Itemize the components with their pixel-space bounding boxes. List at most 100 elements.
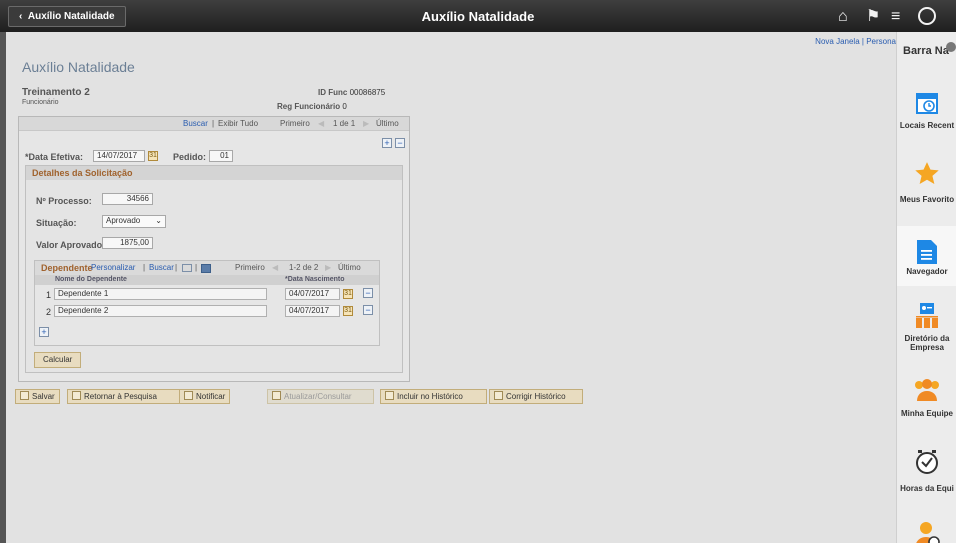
grid-search-link[interactable]: Buscar — [149, 261, 174, 275]
download-excel-icon[interactable] — [201, 264, 211, 273]
update-button-label: Atualizar/Consultar — [284, 392, 352, 401]
dependents-grid: Dependente Personalizar | Buscar | | Pri… — [34, 260, 380, 346]
notify-button[interactable]: Notificar — [179, 389, 231, 404]
main-content: Nova Janela | Persona Auxílio Natalidade… — [0, 32, 896, 543]
new-window-link[interactable]: Nova Janela — [815, 37, 859, 46]
correct-history-label: Corrigir Histórico — [506, 392, 566, 401]
sidebar-item-navigator[interactable]: Navegador — [897, 226, 956, 286]
search-link[interactable]: Buscar — [183, 117, 208, 131]
update-display-button[interactable]: Atualizar/Consultar — [267, 389, 374, 404]
grid-next-arrow-icon[interactable]: ▶ — [325, 261, 331, 275]
add-row-button[interactable]: + — [382, 138, 392, 148]
employee-id-value: 00086875 — [349, 88, 386, 97]
delete-row-button[interactable]: − — [395, 138, 405, 148]
settings-icon[interactable] — [946, 42, 956, 52]
prev-arrow-icon[interactable]: ◀ — [318, 117, 324, 131]
sidebar-item-my-team[interactable]: Minha Equipe — [897, 369, 956, 436]
save-button-label: Salvar — [32, 392, 55, 401]
delete-row-button[interactable]: − — [363, 288, 373, 298]
save-icon — [20, 391, 29, 400]
column-birth-date: *Data Nascimento — [285, 276, 345, 283]
birth-date-input[interactable]: 04/07/2017 — [285, 305, 340, 317]
page-actions-bar: Salvar Retornar à Pesquisa Notificar Atu… — [15, 388, 583, 406]
sidebar-item-label: Navegador — [906, 267, 948, 276]
sidebar-item-favorites[interactable]: Meus Favorito — [897, 153, 956, 220]
grid-separator: | — [143, 263, 146, 272]
calendar-icon[interactable]: 31 — [343, 289, 353, 299]
document-icon — [917, 240, 937, 264]
birth-date-input[interactable]: 04/07/2017 — [285, 288, 340, 300]
notify-button-label: Notificar — [196, 392, 226, 401]
directory-icon — [916, 303, 938, 328]
add-dependent-button[interactable]: + — [39, 327, 49, 337]
navbar-icon[interactable] — [918, 7, 936, 25]
status-select[interactable]: Aprovado ⌄ — [102, 215, 166, 228]
request-details-box: Detalhes da Solicitação Nº Processo: 345… — [25, 165, 403, 373]
home-icon[interactable]: ⌂ — [838, 9, 848, 25]
return-button-label: Retornar à Pesquisa — [84, 392, 157, 401]
star-icon — [915, 162, 939, 184]
save-button[interactable]: Salvar — [15, 389, 60, 404]
sidebar-item-label: Meus Favorito — [899, 195, 955, 204]
effective-date-input[interactable]: 14/07/2017 — [93, 150, 145, 162]
page-header-title: Auxílio Natalidade — [421, 9, 535, 24]
main-record-box: Buscar | Exibir Tudo Primeiro ◀ 1 de 1 ▶… — [18, 116, 410, 382]
grid-last-label: Último — [338, 263, 361, 272]
row-number: 2 — [46, 307, 52, 317]
sidebar-item-team-hours[interactable]: Horas da Equi — [897, 442, 956, 509]
amount-input[interactable]: 1875,00 — [102, 237, 153, 249]
return-to-search-button[interactable]: Retornar à Pesquisa — [67, 389, 185, 404]
flag-icon[interactable]: ⚑ — [866, 9, 880, 25]
grid-separator-3: | — [195, 263, 198, 272]
employee-name: Treinamento 2 — [22, 87, 90, 98]
process-label: Nº Processo: — [36, 196, 92, 206]
sidebar-item-more[interactable] — [897, 512, 956, 543]
app-shell: ‹ Auxílio Natalidade Auxílio Natalidade … — [0, 0, 956, 543]
personalize-link[interactable]: Personalizar — [91, 261, 135, 275]
dependents-column-header: Nome do Dependente *Data Nascimento — [35, 275, 379, 285]
delete-row-button[interactable]: − — [363, 305, 373, 315]
window-links: Nova Janela | Persona — [815, 37, 896, 46]
grid-first-label: Primeiro — [235, 263, 265, 272]
correct-history-button[interactable]: Corrigir Histórico — [489, 389, 583, 404]
effective-date-label: *Data Efetiva: — [25, 152, 84, 162]
correct-history-icon — [494, 391, 503, 400]
sidebar-item-company-directory[interactable]: Diretório da Empresa — [897, 294, 956, 361]
dependents-grid-header: Dependente Personalizar | Buscar | | Pri… — [35, 261, 379, 275]
table-row: 1 Dependente 1 04/07/2017 31 − — [35, 287, 379, 303]
personalize-page-link[interactable]: Persona — [866, 37, 896, 46]
amount-label: Valor Aprovado: — [36, 240, 106, 250]
dependent-name-input[interactable]: Dependente 1 — [54, 288, 267, 300]
process-input[interactable]: 34566 — [102, 193, 153, 205]
order-label: Pedido: — [173, 152, 206, 162]
grid-row-range: 1-2 de 2 — [289, 263, 319, 272]
dependent-name-input[interactable]: Dependente 2 — [54, 305, 267, 317]
chevron-down-icon: ⌄ — [155, 216, 162, 225]
page-title: Auxílio Natalidade — [22, 59, 135, 75]
navbar-title: Barra Na — [903, 45, 949, 57]
calendar-icon[interactable]: 31 — [343, 306, 353, 316]
first-label: Primeiro — [280, 119, 310, 128]
record-navigation: Buscar | Exibir Tudo Primeiro ◀ 1 de 1 ▶… — [19, 117, 409, 131]
refresh-icon — [272, 391, 281, 400]
grid-separator-2: | — [175, 263, 178, 272]
sidebar-item-recent-places[interactable]: Locais Recent — [897, 78, 956, 145]
column-dependent-name: Nome do Dependente — [55, 276, 127, 283]
grid-prev-arrow-icon[interactable]: ◀ — [272, 261, 278, 275]
include-history-icon — [385, 391, 394, 400]
view-all-link[interactable]: Exibir Tudo — [218, 117, 258, 131]
menu-icon[interactable]: ≡ — [891, 9, 900, 25]
include-history-button[interactable]: Incluir no Histórico — [380, 389, 487, 404]
calendar-icon[interactable]: 31 — [148, 151, 158, 161]
top-banner: ‹ Auxílio Natalidade Auxílio Natalidade … — [0, 0, 956, 32]
record-label: Reg Funcionário — [277, 102, 341, 111]
order-input[interactable]: 01 — [209, 150, 233, 162]
nav-separator: | — [212, 119, 215, 128]
view-all-icon[interactable] — [182, 264, 192, 272]
calculate-button[interactable]: Calcular — [34, 352, 82, 368]
include-history-label: Incluir no Histórico — [397, 392, 463, 401]
next-arrow-icon[interactable]: ▶ — [363, 117, 369, 131]
sidebar-item-label: Minha Equipe — [901, 409, 953, 418]
team-icon — [915, 379, 939, 401]
person-clock-icon — [916, 522, 940, 543]
